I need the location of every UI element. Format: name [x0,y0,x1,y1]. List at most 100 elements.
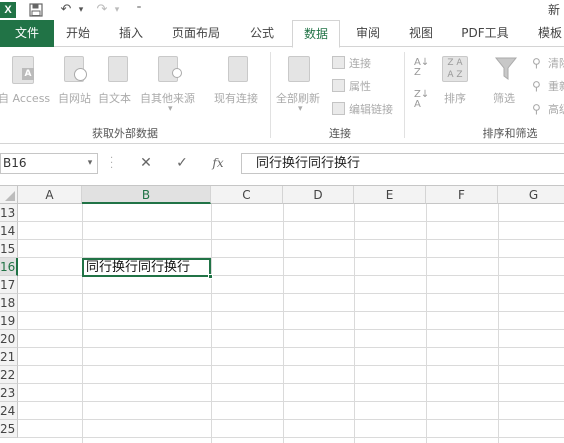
undo-dropdown-icon[interactable]: ▾ [76,1,86,19]
properties-button[interactable]: 属性 [349,78,371,94]
cancel-icon[interactable]: ✕ [136,153,156,174]
reapply-icon: ⚲ [532,79,541,93]
row-header-18[interactable]: 18 [0,294,18,312]
tab-review[interactable]: 审阅 [350,20,386,47]
get-external-data-group-label: 获取外部数据 [92,127,158,140]
sort-filter-group-label: 排序和筛选 [482,127,538,140]
window-title: 新 [548,3,561,17]
enter-icon[interactable]: ✓ [172,153,192,174]
grid-row-line [18,401,564,402]
access-badge-icon: A [22,68,34,80]
tab-view[interactable]: 视图 [403,20,439,47]
row-header-23[interactable]: 23 [0,384,18,402]
grid-row-line [18,221,564,222]
from-web-label: 自网站 [58,92,91,105]
row-header-15[interactable]: 15 [0,240,18,258]
excel-app-icon[interactable]: X [0,2,16,18]
sort-label: 排序 [444,92,466,105]
network-icon [172,68,182,78]
sort-icon: Z AA Z [442,56,468,82]
grid-row-line [18,437,564,438]
row-header-22[interactable]: 22 [0,366,18,384]
refresh-icon [288,56,310,82]
tab-insert[interactable]: 插入 [113,20,149,47]
existing-connections-button[interactable] [228,54,252,86]
sort-button[interactable]: Z AA Z [442,56,470,84]
filter-button[interactable] [494,56,520,84]
column-header-c[interactable]: C [211,186,283,204]
fill-handle[interactable] [208,274,213,279]
grid-row-line [18,419,564,420]
grid-row-line [18,365,564,366]
tab-home[interactable]: 开始 [60,20,96,47]
tab-pdf-tools[interactable]: PDF工具 [455,20,515,47]
from-other-sources-dropdown-icon[interactable]: ▾ [168,104,173,114]
filter-icon [494,57,518,80]
edit-links-icon [332,102,345,115]
text-file-icon [108,56,128,82]
row-header-19[interactable]: 19 [0,312,18,330]
row-header-20[interactable]: 20 [0,330,18,348]
undo-icon[interactable]: ↶ [56,1,76,19]
redo-icon[interactable]: ↷ [92,1,112,19]
select-all-corner[interactable] [0,186,18,204]
column-header-f[interactable]: F [426,186,498,204]
grid-row-line [18,347,564,348]
tab-page-layout[interactable]: 页面布局 [166,20,226,47]
reapply-button[interactable]: 重新应用 [548,78,564,94]
ribbon-separator [404,52,405,138]
active-cell-b16[interactable]: 同行换行同行换行 [82,258,211,277]
tab-data[interactable]: 数据 [292,20,340,48]
column-header-g[interactable]: G [498,186,564,204]
sort-descending-icon[interactable]: Z↓ A [414,90,432,110]
row-header-25[interactable]: 25 [0,420,18,438]
existing-connections-icon [228,56,248,82]
tab-formulas[interactable]: 公式 [244,20,280,47]
globe-icon [74,68,87,81]
grid-row-line [18,311,564,312]
grid-row-line [18,293,564,294]
advanced-filter-button[interactable]: 高级 [548,101,564,117]
grid-row-line [18,239,564,240]
from-web-button[interactable] [62,54,92,86]
connections-button[interactable]: 连接 [349,55,371,71]
advanced-filter-icon: ⚲ [532,102,541,116]
worksheet-grid[interactable] [0,185,564,443]
tab-file[interactable]: 文件 [0,20,54,47]
clear-filter-icon: ⚲ [532,56,541,70]
clear-filter-button[interactable]: 清除 [548,55,564,71]
column-header-b[interactable]: B [82,186,211,204]
row-header-21[interactable]: 21 [0,348,18,366]
existing-connections-label: 现有连接 [214,92,258,105]
column-header-a[interactable]: A [18,186,82,204]
save-icon[interactable] [26,1,46,19]
row-header-24[interactable]: 24 [0,402,18,420]
connections-icon [332,56,345,69]
name-box-dropdown-icon[interactable]: ▾ [84,153,96,174]
refresh-all-dropdown-icon[interactable]: ▾ [298,104,303,114]
redo-dropdown-icon[interactable]: ▾ [112,1,122,19]
column-header-d[interactable]: D [283,186,354,204]
tab-templates[interactable]: 模板 [532,20,564,47]
from-access-button[interactable]: A [10,54,40,86]
from-other-sources-button[interactable] [156,54,190,86]
from-text-button[interactable] [104,54,134,86]
ribbon-separator [270,52,271,138]
from-access-label: 自 Access [0,92,51,105]
formula-input[interactable]: 同行换行同行换行 [241,153,564,174]
from-text-label: 自文本 [98,92,131,105]
row-header-16[interactable]: 16 [0,258,18,276]
sort-ascending-icon[interactable]: A↓ Z [414,58,432,78]
grid-row-line [18,329,564,330]
row-header-17[interactable]: 17 [0,276,18,294]
row-header-13[interactable]: 13 [0,204,18,222]
refresh-all-button[interactable] [286,56,316,88]
column-header-e[interactable]: E [354,186,426,204]
formula-bar-grip-icon[interactable]: · · · [110,154,114,174]
row-header-14[interactable]: 14 [0,222,18,240]
customize-toolbar-icon[interactable]: ⁼ [134,1,144,19]
filter-label: 筛选 [493,92,515,105]
insert-function-icon[interactable]: fx [207,153,229,174]
edit-links-button[interactable]: 编辑链接 [349,101,393,117]
grid-row-line [18,383,564,384]
